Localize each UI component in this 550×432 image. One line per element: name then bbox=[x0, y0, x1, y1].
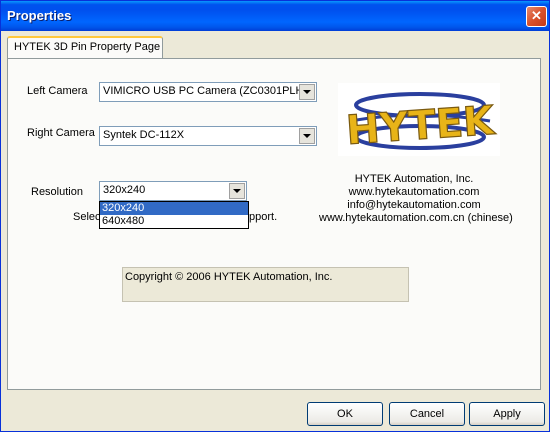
partial-text-left: Selec bbox=[73, 211, 101, 223]
resolution-dropdown-list: 320x240 640x480 bbox=[99, 201, 249, 229]
hytek-logo: HYTEK bbox=[338, 83, 500, 156]
resolution-value: 320x240 bbox=[103, 184, 146, 196]
left-camera-select[interactable]: VIMICRO USB PC Camera (ZC0301PLH) bbox=[99, 82, 317, 102]
resolution-select[interactable]: 320x240 bbox=[99, 181, 247, 201]
resolution-option[interactable]: 640x480 bbox=[100, 215, 248, 228]
properties-window: Properties ✕ HYTEK 3D Pin Property Page … bbox=[0, 0, 550, 432]
partial-text-right: pport. bbox=[249, 211, 278, 223]
cancel-button[interactable]: Cancel bbox=[389, 402, 465, 426]
chevron-down-icon[interactable] bbox=[299, 84, 315, 100]
copyright-text: Copyright © 2006 HYTEK Automation, Inc. bbox=[125, 271, 333, 283]
copyright-box: Copyright © 2006 HYTEK Automation, Inc. bbox=[122, 267, 409, 302]
close-button[interactable]: ✕ bbox=[526, 6, 547, 27]
resolution-option[interactable]: 320x240 bbox=[100, 202, 248, 215]
company-website: www.hytekautomation.com bbox=[348, 186, 480, 198]
right-camera-select[interactable]: Syntek DC-112X bbox=[99, 126, 317, 146]
chevron-down-icon[interactable] bbox=[299, 128, 315, 144]
left-camera-label: Left Camera bbox=[27, 85, 88, 97]
title-bar[interactable]: Properties ✕ bbox=[1, 1, 549, 31]
company-name: HYTEK Automation, Inc. bbox=[354, 173, 474, 185]
resolution-label: Resolution bbox=[31, 186, 83, 198]
close-icon: ✕ bbox=[531, 8, 542, 23]
ok-button[interactable]: OK bbox=[307, 402, 383, 426]
tab-property-page[interactable]: HYTEK 3D Pin Property Page bbox=[7, 36, 163, 59]
window-title: Properties bbox=[7, 8, 72, 23]
hytek-logo-graphic: HYTEK bbox=[338, 83, 500, 156]
right-camera-value: Syntek DC-112X bbox=[103, 129, 185, 141]
chevron-down-icon[interactable] bbox=[229, 183, 245, 199]
company-website-cn: www.hytekautomation.com.cn (chinese) bbox=[319, 212, 513, 224]
tab-label: HYTEK 3D Pin Property Page bbox=[14, 41, 161, 53]
company-email: info@hytekautomation.com bbox=[347, 199, 481, 211]
left-camera-value: VIMICRO USB PC Camera (ZC0301PLH) bbox=[103, 85, 308, 97]
right-camera-label: Right Camera bbox=[27, 127, 95, 139]
apply-button[interactable]: Apply bbox=[469, 402, 545, 426]
